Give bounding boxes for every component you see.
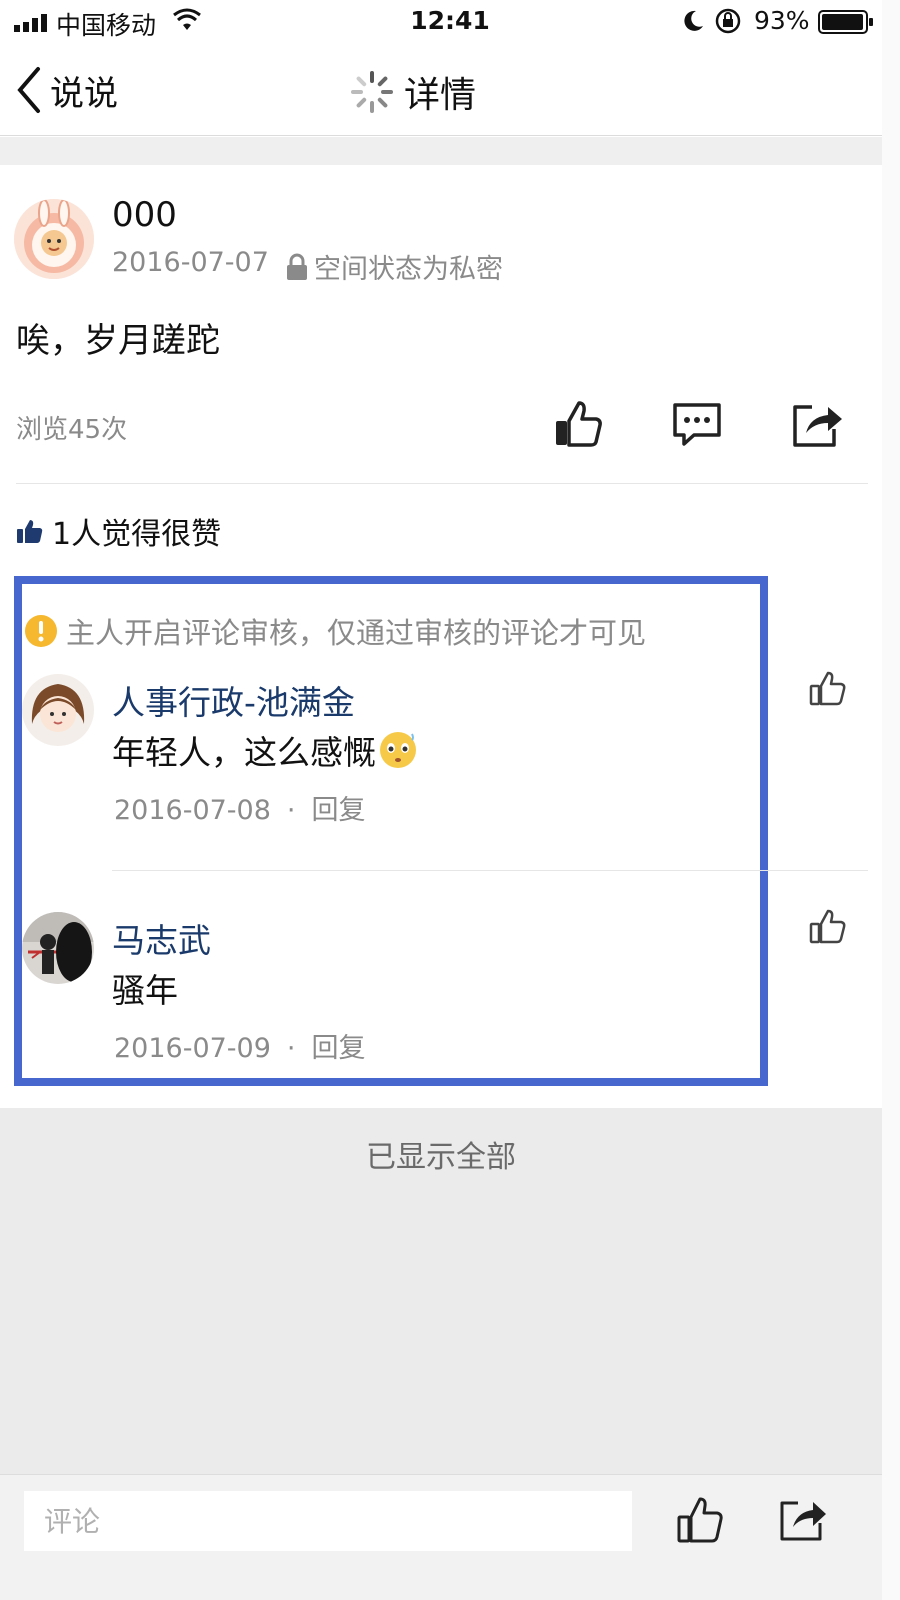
comment-text-content: 年轻人，这么感慨	[112, 733, 376, 772]
reply-button[interactable]: 回复	[312, 1033, 366, 1064]
girl-avatar-icon	[22, 674, 94, 746]
nav-bar: 说说 详情	[0, 44, 900, 136]
warning-icon	[25, 615, 57, 647]
commenter-avatar[interactable]	[22, 674, 94, 746]
notice-text: 主人开启评论审核，仅通过审核的评论才可见	[66, 616, 647, 650]
battery-icon	[818, 10, 873, 34]
thumbs-up-outline-icon	[809, 909, 846, 944]
loading-spinner-icon	[351, 71, 393, 113]
footer-area: 已显示全部	[0, 1108, 882, 1474]
bottom-share-button[interactable]	[778, 1493, 828, 1545]
back-label: 说说	[50, 73, 118, 114]
divider	[16, 483, 868, 484]
comment-date: 2016-07-09	[114, 1033, 271, 1064]
commenter-name[interactable]: 马志武	[112, 914, 211, 962]
all-shown-label: 已显示全部	[366, 1140, 516, 1175]
thumbs-up-icon	[556, 401, 602, 447]
likes-count: 1人觉得很赞	[52, 517, 222, 552]
bottom-like-button[interactable]	[676, 1493, 726, 1545]
status-bar: 中国移动 12:41 93%	[0, 0, 900, 44]
thumbs-up-icon	[677, 1497, 723, 1543]
comment-like-button[interactable]	[808, 906, 848, 946]
photo-avatar-icon	[22, 912, 94, 984]
comment-button[interactable]	[670, 397, 724, 451]
comment-date: 2016-07-08	[114, 795, 271, 826]
commenter-name[interactable]: 人事行政-池满金	[112, 676, 355, 724]
moon-icon	[684, 10, 703, 31]
share-icon	[793, 405, 842, 447]
chevron-left-icon	[17, 67, 40, 113]
worried-face-emoji-icon	[380, 732, 416, 768]
comment-input[interactable]	[24, 1491, 632, 1551]
comment-bubble-icon	[673, 403, 721, 446]
back-button[interactable]: 说说	[14, 64, 118, 116]
page-title-group: 详情	[350, 66, 476, 118]
share-icon	[780, 1501, 826, 1541]
comment-meta: 2016-07-08 · 回复	[114, 788, 366, 827]
view-count: 浏览45次	[16, 415, 128, 445]
author-name[interactable]: 000	[112, 195, 177, 235]
comment-text: 年轻人，这么感慨	[112, 726, 418, 774]
like-button[interactable]	[552, 397, 606, 451]
share-button[interactable]	[790, 397, 844, 451]
rabbit-avatar-icon	[14, 199, 94, 279]
meta-separator: ·	[286, 1033, 296, 1064]
lock-icon	[287, 253, 307, 280]
privacy-status: 空间状态为私密	[284, 247, 503, 286]
rotation-lock-icon	[715, 8, 741, 34]
privacy-label: 空间状态为私密	[314, 254, 503, 285]
right-edge	[882, 0, 900, 1600]
comment-text: 骚年	[112, 971, 178, 1010]
reply-button[interactable]: 回复	[312, 795, 366, 826]
comment-review-notice: 主人开启评论审核，仅通过审核的评论才可见	[24, 610, 646, 652]
page-title: 详情	[404, 75, 477, 116]
comment-input-bar	[0, 1474, 882, 1600]
post-content: 唉，岁月蹉跎	[16, 321, 220, 361]
thumbs-up-outline-icon	[809, 671, 846, 706]
battery-percent: 93%	[754, 6, 810, 35]
thumbs-up-filled-icon	[17, 520, 43, 543]
meta-separator: ·	[286, 795, 296, 826]
author-avatar[interactable]	[14, 199, 94, 279]
post-date: 2016-07-07	[112, 247, 269, 278]
likes-summary[interactable]: 1人觉得很赞	[16, 509, 221, 553]
comment-like-button[interactable]	[808, 668, 848, 708]
comment-divider	[112, 870, 868, 871]
commenter-avatar[interactable]	[22, 912, 94, 984]
section-gap	[0, 137, 882, 165]
comment-meta: 2016-07-09 · 回复	[114, 1026, 366, 1065]
